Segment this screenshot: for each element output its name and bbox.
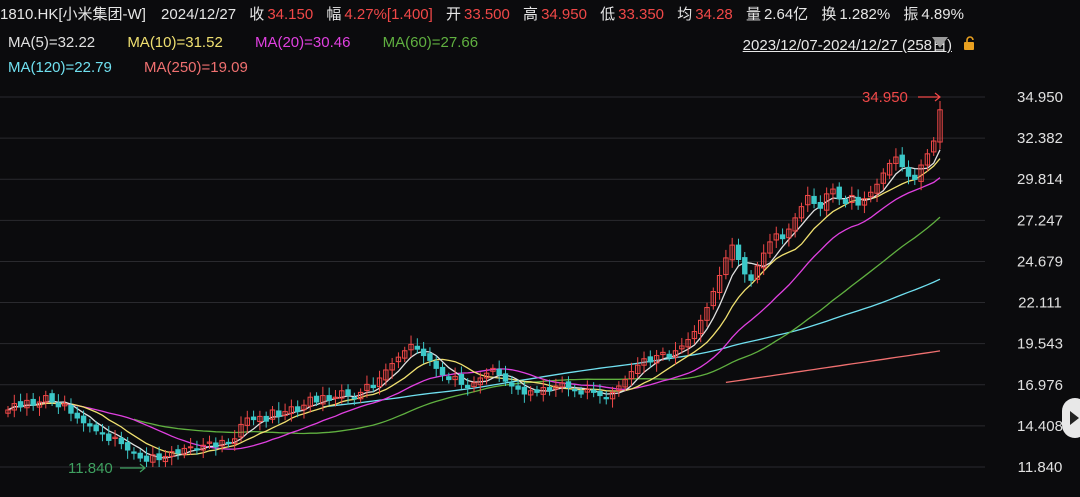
candle-body (80, 415, 87, 424)
y-tick-label: 14.408 (1017, 418, 1063, 435)
candle-body (294, 406, 301, 413)
y-tick-label: 24.679 (1017, 253, 1063, 270)
candle-body (748, 274, 754, 281)
candle-body (420, 348, 427, 357)
dropdown-arrow-icon[interactable] (932, 37, 948, 48)
candle-body (313, 395, 320, 403)
candle-body (603, 397, 609, 400)
ma250-line (725, 350, 941, 384)
candle-body (509, 382, 515, 387)
scroll-right-button[interactable] (1062, 398, 1080, 438)
candle-body (502, 373, 509, 382)
candle-body (912, 174, 918, 180)
y-tick-label: 29.814 (1017, 171, 1063, 188)
ma120-legend: MA(120)=22.79 (8, 59, 112, 76)
ma-legend-row-2: MA(120)=22.79 MA(250)=19.09 (8, 59, 276, 76)
candle-body (534, 389, 540, 393)
ma10-line (7, 158, 941, 456)
candle-body (68, 405, 74, 414)
high-annotation-arrow (918, 92, 941, 102)
candle-body (143, 455, 150, 462)
y-tick-label: 11.840 (1018, 459, 1063, 476)
candle-body (187, 446, 194, 449)
low-annotation-arrow (120, 463, 146, 473)
candle-body (572, 389, 578, 392)
candle-body (817, 202, 824, 209)
candle-body (439, 366, 446, 376)
ma60-legend: MA(60)=27.66 (382, 34, 479, 51)
candle-body (742, 257, 748, 275)
candle-body (326, 395, 332, 401)
candle-body (590, 389, 597, 393)
candle-body (175, 449, 181, 454)
ma20-legend: MA(20)=30.46 (254, 34, 351, 51)
date-range[interactable]: 2023/12/07-2024/12/27 (258日) (743, 34, 952, 55)
candle-body (74, 412, 80, 419)
candle-body (905, 167, 912, 177)
ma60-line (133, 216, 941, 435)
candle-body (276, 410, 282, 417)
candle-body (855, 196, 861, 206)
candle-body (213, 442, 219, 448)
ma5-legend: MA(5)=32.22 (8, 34, 96, 51)
high-annotation: 34.950 (862, 89, 908, 106)
candle-body (263, 415, 269, 422)
candle-body (49, 393, 55, 403)
chevron-right-icon (1070, 411, 1079, 425)
candle-body (124, 442, 131, 451)
candle-body (811, 195, 817, 204)
candle-body (345, 389, 351, 397)
y-tick-label: 32.382 (1017, 130, 1063, 147)
y-tick-label: 22.111 (1018, 295, 1062, 312)
candle-body (546, 387, 553, 392)
ma250-legend: MA(250)=19.09 (144, 59, 248, 76)
candle-body (464, 384, 471, 389)
candle-body (899, 154, 905, 168)
candle-body (156, 453, 162, 461)
candle-body (30, 398, 36, 406)
candle-body (414, 345, 421, 350)
candle-body (565, 381, 572, 389)
y-tick-label: 34.950 (1017, 89, 1063, 106)
candle-body (370, 384, 376, 389)
candle-body (17, 401, 24, 408)
ma10-legend: MA(10)=31.52 (127, 34, 223, 51)
candle-body (99, 432, 106, 435)
candle-body (597, 390, 603, 397)
lock-icon[interactable] (963, 36, 977, 50)
y-tick-label: 19.543 (1017, 336, 1063, 353)
candle-body (666, 353, 672, 358)
y-tick-label: 27.247 (1017, 212, 1063, 229)
candle-body (118, 437, 125, 445)
candle-body (250, 416, 257, 421)
candle-body (496, 368, 502, 376)
y-tick-label: 16.976 (1017, 377, 1063, 394)
low-annotation: 11.840 (68, 460, 113, 477)
candle-body (521, 386, 528, 395)
candle-body (427, 353, 433, 361)
candle-body (446, 376, 452, 381)
candle-body (647, 356, 654, 363)
candle-body (106, 433, 112, 441)
candle-body (578, 390, 584, 395)
candle-body (433, 360, 439, 369)
ma20-line (7, 177, 941, 450)
candle-body (137, 452, 143, 459)
candle-body (351, 397, 358, 400)
ma5-line (7, 149, 941, 459)
candle-body (842, 199, 849, 204)
candle-body (194, 448, 200, 451)
candle-body (93, 424, 99, 432)
candle-body (515, 385, 521, 390)
candle-body (131, 451, 137, 454)
candle-body (836, 186, 842, 200)
candle-body (735, 244, 742, 261)
ma-legend-row-1: MA(5)=32.22 MA(10)=31.52 MA(20)=30.46 MA… (8, 34, 506, 51)
candle-body (87, 423, 93, 427)
candle-body (225, 441, 232, 445)
candle-body (779, 234, 786, 240)
ma120-line (322, 278, 941, 408)
candle-body (55, 402, 62, 408)
candle-body (458, 373, 465, 385)
